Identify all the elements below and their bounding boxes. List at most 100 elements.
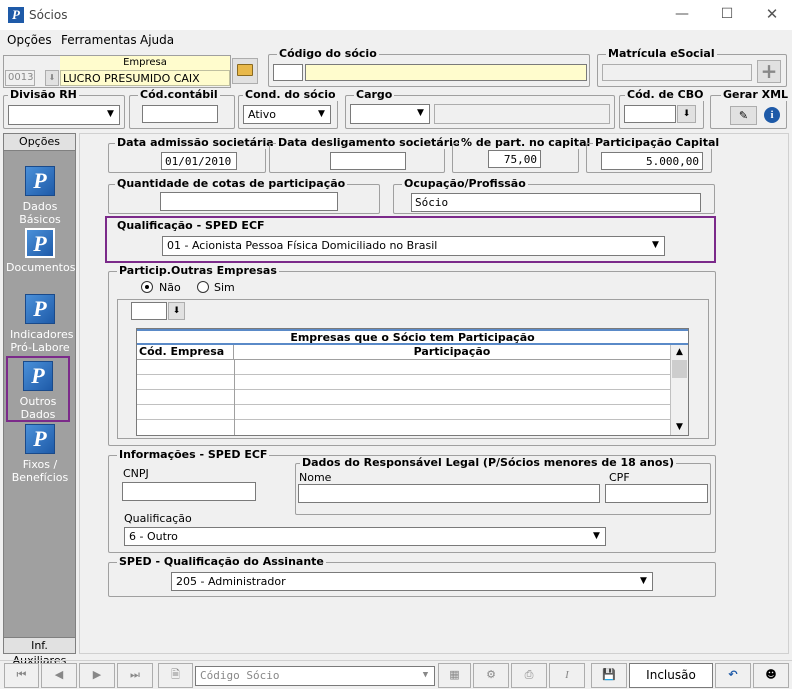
- new-document-button[interactable]: 🗎: [158, 663, 193, 688]
- particip-code-field[interactable]: [131, 302, 167, 320]
- calculator-button[interactable]: ▦: [438, 663, 471, 688]
- responsavel-label: Dados do Responsável Legal (P/Sócios men…: [300, 456, 677, 469]
- grid-scrollbar[interactable]: ▲ ▼: [670, 345, 688, 435]
- cbo-lookup-button[interactable]: ⬇: [677, 105, 696, 123]
- nome-field[interactable]: [298, 484, 600, 503]
- particip-label: Particip.Outras Empresas: [117, 264, 279, 277]
- ocupacao-label: Ocupação/Profissão: [402, 177, 528, 190]
- chevron-down-icon: ▼: [318, 109, 325, 119]
- matricula-label: Matrícula eSocial: [606, 47, 717, 60]
- empresa-name-field[interactable]: LUCRO PRESUMIDO CAIX: [60, 70, 230, 86]
- data-admissao-group: Data admissão societária 01/01/2010: [108, 136, 276, 173]
- sidebar-footer-inf-auxiliares[interactable]: Inf. Auxiliares: [4, 637, 75, 667]
- print-button[interactable]: ⎙: [511, 663, 547, 688]
- chevron-down-icon: ▼: [422, 670, 429, 680]
- sidebar-item-dados-basicos[interactable]: P Dados Básicos: [6, 166, 74, 226]
- cargo-description-field: [434, 104, 610, 124]
- codigo-socio-name-field[interactable]: [305, 64, 587, 81]
- window-title: Sócios: [29, 8, 68, 22]
- sidebar-title: Opções: [4, 134, 75, 151]
- radio-sim[interactable]: [197, 281, 209, 293]
- info-icon[interactable]: i: [764, 107, 780, 123]
- menu-ajuda[interactable]: Ajuda: [140, 33, 174, 47]
- sidebar-item-indicadores[interactable]: P Indicadores Pró-Labore: [6, 294, 74, 354]
- search-binoculars-button[interactable]: ☻: [753, 663, 789, 688]
- save-button[interactable]: 💾: [591, 663, 627, 688]
- cpf-field[interactable]: [605, 484, 708, 503]
- divisao-select[interactable]: ▼: [8, 105, 120, 125]
- cbo-label: Cód. de CBO: [625, 88, 706, 101]
- cnpj-field[interactable]: [122, 482, 256, 501]
- qualificacao-sped-label: Qualificação - SPED ECF: [117, 219, 265, 232]
- chevron-down-icon: ▼: [417, 108, 424, 118]
- empresa-lookup-button[interactable]: ⬇: [45, 70, 59, 86]
- p-icon: P: [25, 166, 55, 196]
- info-sped-group: Informações - SPED ECF CNPJ Dados do Res…: [108, 448, 716, 553]
- cod-contabil-field[interactable]: [142, 105, 218, 123]
- table-row[interactable]: [137, 390, 670, 405]
- data-desligamento-field[interactable]: [330, 152, 406, 170]
- undo-button[interactable]: ↶: [715, 663, 751, 688]
- data-desligamento-group: Data desligamento societário: [269, 136, 463, 173]
- generate-xml-button[interactable]: ✎: [730, 106, 757, 125]
- cnpj-label: CNPJ: [123, 467, 149, 480]
- codigo-socio-label: Código do sócio: [277, 47, 379, 60]
- assinante-select[interactable]: 205 - Administrador ▼: [171, 572, 653, 591]
- prev-record-button[interactable]: ◀: [41, 663, 77, 688]
- first-record-button[interactable]: ⏮: [4, 663, 39, 688]
- next-record-button[interactable]: ▶: [79, 663, 115, 688]
- data-admissao-label: Data admissão societária: [115, 136, 276, 149]
- radio-sim-label: Sim: [214, 281, 235, 294]
- chevron-down-icon: ▼: [593, 531, 600, 541]
- qualificacao-select[interactable]: 6 - Outro ▼: [124, 527, 606, 546]
- close-icon[interactable]: ✕: [757, 2, 787, 26]
- last-record-button[interactable]: ⏭: [117, 663, 153, 688]
- perc-capital-field[interactable]: 75,00: [488, 150, 541, 168]
- menu-ferramentas[interactable]: Ferramentas: [61, 33, 137, 47]
- grid-header-cod-empresa: Cód. Empresa: [137, 345, 234, 360]
- scroll-down-icon[interactable]: ▼: [671, 420, 688, 435]
- sidebar-item-fixos-beneficios[interactable]: P Fixos / Benefícios: [6, 424, 74, 484]
- data-admissao-field[interactable]: 01/01/2010: [161, 152, 237, 170]
- search-select[interactable]: Código Sócio ▼: [195, 666, 435, 686]
- minimize-icon[interactable]: —: [667, 2, 697, 26]
- radio-nao[interactable]: [141, 281, 153, 293]
- cargo-group: Cargo ▼: [345, 88, 615, 129]
- cbo-field[interactable]: [624, 105, 676, 123]
- qualificacao-sped-select[interactable]: 01 - Acionista Pessoa Física Domiciliado…: [162, 236, 665, 256]
- table-row[interactable]: [137, 420, 670, 435]
- sidebar-item-outros-dados[interactable]: P Outros Dados: [6, 356, 70, 422]
- matricula-group: Matrícula eSocial +: [597, 47, 787, 87]
- mode-indicator: Inclusão: [629, 663, 713, 688]
- p-icon: P: [25, 424, 55, 454]
- italic-button[interactable]: I: [549, 663, 585, 688]
- maximize-icon[interactable]: ☐: [712, 2, 742, 26]
- ocupacao-group: Ocupação/Profissão Sócio: [393, 177, 715, 214]
- cargo-select[interactable]: ▼: [350, 104, 430, 124]
- settings-button[interactable]: ⚙: [473, 663, 509, 688]
- app-icon: P: [8, 7, 24, 23]
- chevron-down-icon: ▼: [652, 240, 659, 250]
- part-capital-field[interactable]: 5.000,00: [601, 152, 703, 170]
- title-bar: P Sócios — ☐ ✕: [0, 0, 792, 30]
- codigo-socio-code-field[interactable]: [273, 64, 303, 81]
- table-row[interactable]: [137, 375, 670, 390]
- open-folder-button[interactable]: [232, 58, 258, 84]
- particip-lookup-button[interactable]: ⬇: [168, 302, 185, 320]
- qtd-cotas-field[interactable]: [160, 192, 338, 211]
- table-row[interactable]: [137, 360, 670, 375]
- scroll-up-icon[interactable]: ▲: [671, 345, 688, 360]
- add-matricula-button[interactable]: +: [757, 60, 781, 83]
- cargo-label: Cargo: [354, 88, 395, 101]
- scroll-thumb[interactable]: [672, 360, 687, 378]
- matricula-field[interactable]: [602, 64, 752, 81]
- sidebar-item-documentos[interactable]: P Documentos: [6, 228, 75, 274]
- cbo-group: Cód. de CBO ⬇: [619, 88, 706, 129]
- particip-grid: Empresas que o Sócio tem Participação Có…: [136, 328, 689, 436]
- ocupacao-field[interactable]: Sócio: [411, 193, 701, 212]
- cond-socio-group: Cond. do sócio Ativo ▼: [238, 88, 338, 129]
- table-row[interactable]: [137, 405, 670, 420]
- menu-opcoes[interactable]: Opções: [7, 33, 52, 47]
- cond-socio-select[interactable]: Ativo ▼: [243, 105, 331, 124]
- empresa-code-field[interactable]: 0013: [5, 70, 35, 86]
